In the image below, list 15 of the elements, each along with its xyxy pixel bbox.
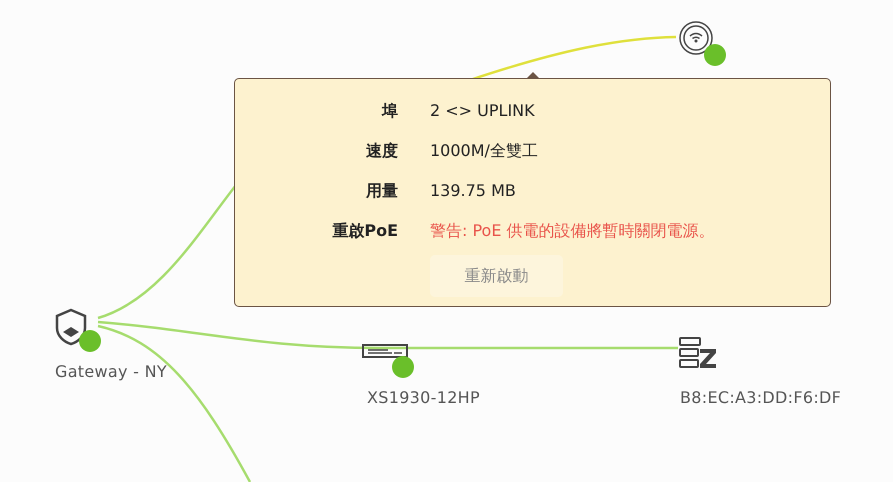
field-label: 埠 <box>382 101 398 122</box>
server-icon <box>678 336 718 370</box>
wifi-icon <box>678 20 714 56</box>
device-label: B8:EC:A3:DD:F6:DF <box>680 388 842 407</box>
device-label: XS1930-12HP <box>367 388 480 407</box>
device-label: Gateway - NY <box>55 362 167 381</box>
field-label: 速度 <box>366 141 398 162</box>
field-label: 重啟PoE <box>332 221 398 242</box>
shield-icon <box>54 308 88 346</box>
field-value: 1000M/全雙工 <box>430 141 538 162</box>
warning-text: 警告: PoE 供電的設備將暫時關閉電源。 <box>430 221 715 242</box>
switch-icon <box>362 344 408 358</box>
field-value: 2 <> UPLINK <box>430 101 535 120</box>
field-label: 用量 <box>366 181 398 202</box>
field-value: 139.75 MB <box>430 181 516 200</box>
